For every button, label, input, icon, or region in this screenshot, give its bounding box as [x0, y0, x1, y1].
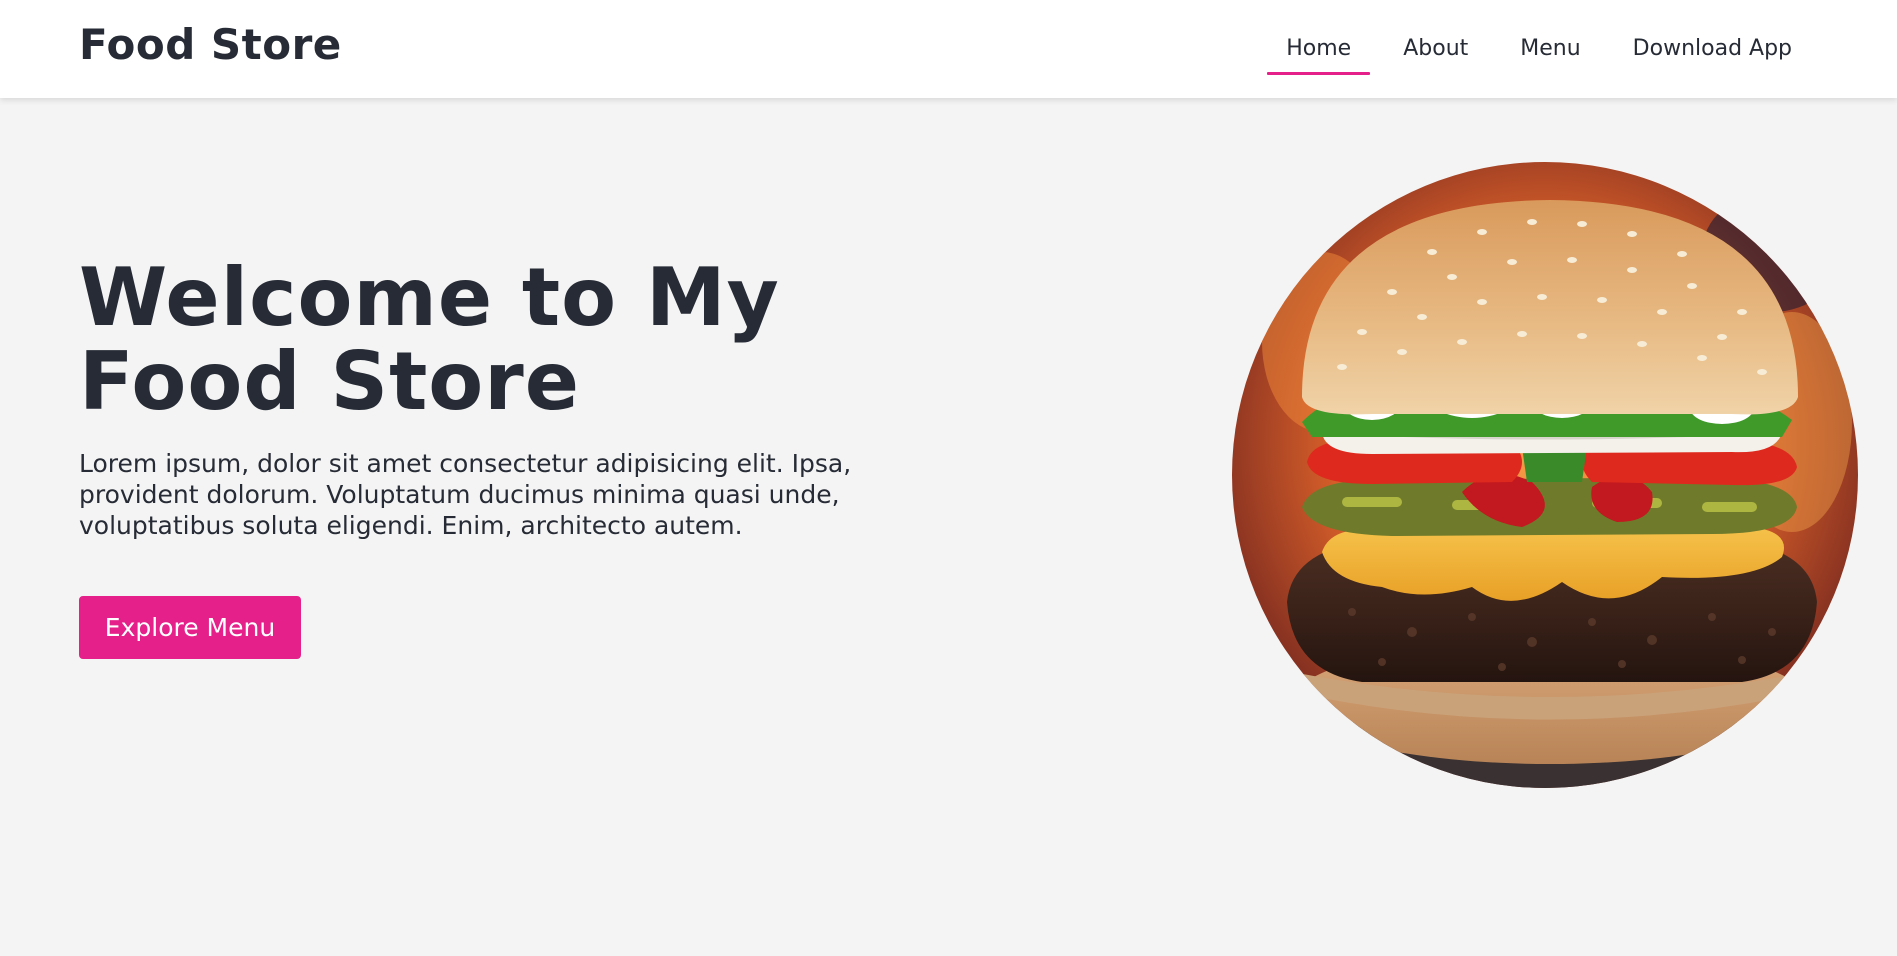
nav-about[interactable]: About: [1384, 26, 1487, 72]
main-nav: Home About Menu Download App: [1267, 0, 1811, 98]
nav-home[interactable]: Home: [1267, 26, 1371, 75]
nav-menu[interactable]: Menu: [1501, 26, 1599, 72]
hero-title: Welcome to My Food Store: [79, 251, 780, 428]
site-header: Food Store Home About Menu Download App: [0, 0, 1897, 98]
nav-download-app[interactable]: Download App: [1614, 26, 1811, 72]
site-logo[interactable]: Food Store: [79, 20, 342, 69]
hero-description: Lorem ipsum, dolor sit amet consectetur …: [79, 449, 852, 540]
burger-image: [1232, 162, 1858, 788]
explore-menu-button[interactable]: Explore Menu: [79, 596, 301, 659]
burger-illustration: [1232, 162, 1858, 788]
